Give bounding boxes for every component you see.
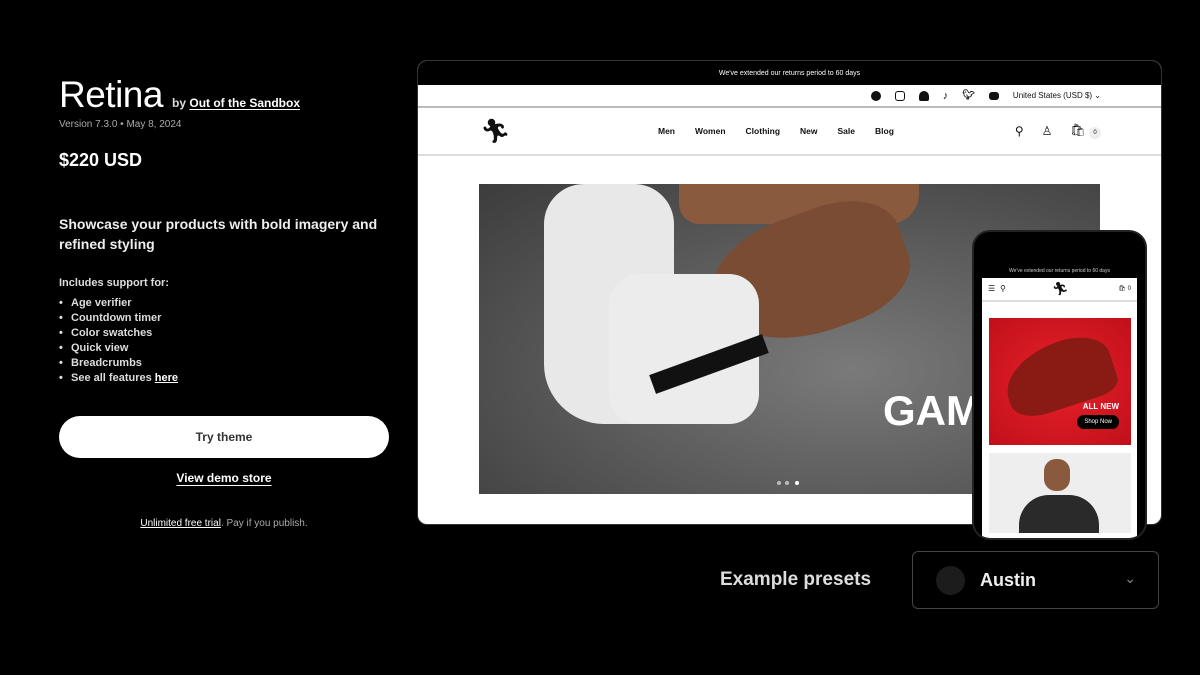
runner-logo-icon[interactable]: 🏃︎: [480, 117, 510, 146]
chevron-down-icon: ⌄: [1124, 570, 1136, 586]
release-date: May 8, 2024: [126, 119, 182, 130]
nav-women[interactable]: Women: [695, 126, 726, 136]
mobile-screen: ☰ ⚲ 🏃︎ 🛍︎ 0 ALL NEW Shop Now: [982, 278, 1137, 538]
currency-label: United States (USD $): [1012, 91, 1093, 100]
trial-suffix: . Pay if you publish.: [220, 518, 308, 529]
feature-item: Quick view: [59, 342, 178, 357]
banner-title: ALL NEW: [1082, 402, 1119, 411]
cart-count: 0: [1127, 286, 1131, 292]
feature-item: Age verifier: [59, 297, 178, 312]
tiktok-icon[interactable]: ♪: [943, 90, 949, 102]
nav-sale[interactable]: Sale: [838, 126, 856, 136]
feature-list: Age verifier Countdown timer Color swatc…: [59, 297, 178, 387]
includes-label: Includes support for:: [59, 277, 169, 289]
main-nav: Men Women Clothing New Sale Blog: [658, 126, 894, 136]
slide-dot-active[interactable]: [795, 481, 799, 485]
currency-selector[interactable]: United States (USD $) ⌄: [1013, 91, 1101, 100]
slide-dot[interactable]: [785, 481, 789, 485]
store-header: 🏃︎ Men Women Clothing New Sale Blog ⚲ ♙ …: [418, 108, 1161, 156]
preset-selected: Austin: [980, 570, 1036, 590]
price: $220 USD: [59, 150, 143, 170]
cart-icon[interactable]: 🛍︎ 0: [1118, 285, 1131, 292]
author-line: by Out of the Sandbox: [172, 96, 300, 110]
instagram-icon[interactable]: [894, 90, 905, 101]
by-label: by: [172, 96, 187, 110]
facebook-icon[interactable]: [870, 90, 881, 101]
search-icon[interactable]: ⚲: [1000, 284, 1006, 293]
sneaker-banner[interactable]: ALL NEW Shop Now: [989, 318, 1131, 445]
try-theme-button[interactable]: Try theme: [59, 416, 389, 458]
mobile-announcement: We've extended our returns period to 60 …: [1009, 268, 1110, 274]
cart-count: 0: [1089, 127, 1101, 139]
author-link[interactable]: Out of the Sandbox: [189, 96, 300, 110]
nav-new[interactable]: New: [800, 126, 817, 136]
mobile-header: ☰ ⚲ 🏃︎ 🛍︎ 0: [982, 278, 1137, 302]
preset-color-swatch: [936, 566, 965, 595]
presets-label: Example presets: [720, 569, 872, 590]
menu-icon[interactable]: ☰: [988, 284, 995, 293]
preset-dropdown[interactable]: Austin ⌄: [912, 551, 1159, 609]
feature-item: Countdown timer: [59, 312, 178, 327]
feature-item-see-all: See all features here: [59, 372, 178, 387]
model-tank: [1019, 495, 1099, 533]
snapchat-icon[interactable]: [918, 90, 929, 101]
slide-dot[interactable]: [777, 481, 781, 485]
see-all-features-link[interactable]: here: [155, 372, 178, 384]
nav-clothing[interactable]: Clothing: [746, 126, 780, 136]
search-icon[interactable]: ⚲: [1015, 124, 1024, 138]
youtube-icon[interactable]: [988, 91, 999, 100]
shop-now-button[interactable]: Shop Now: [1077, 415, 1119, 429]
cart-icon[interactable]: 🛍︎ 0: [1070, 123, 1101, 139]
product-image[interactable]: [989, 453, 1131, 533]
demo-wrap: View demo store: [59, 471, 389, 485]
twitter-icon[interactable]: 🐦︎: [962, 90, 975, 101]
nav-blog[interactable]: Blog: [875, 126, 894, 136]
hero-text: GAM: [883, 387, 981, 434]
trial-note: Unlimited free trial. Pay if you publish…: [59, 518, 389, 529]
header-icons: ⚲ ♙ 🛍︎ 0: [1015, 123, 1101, 139]
tagline: Showcase your products with bold imagery…: [59, 216, 378, 252]
announcement-bar: We've extended our returns period to 60 …: [418, 61, 1161, 85]
feature-item: Color swatches: [59, 327, 178, 342]
mobile-preview: We've extended our returns period to 60 …: [972, 230, 1147, 540]
utility-bar: ♪ 🐦︎ United States (USD $) ⌄: [418, 85, 1161, 108]
view-demo-store-link[interactable]: View demo store: [176, 471, 271, 485]
theme-title: Retina: [59, 74, 163, 115]
see-all-label: See all features: [71, 372, 152, 384]
runner-logo-icon[interactable]: 🏃︎: [1052, 281, 1069, 297]
nav-men[interactable]: Men: [658, 126, 675, 136]
model-head: [1044, 459, 1070, 491]
version: Version 7.3.0: [59, 119, 118, 130]
chevron-down-icon: ⌄: [1094, 91, 1101, 100]
version-info: Version 7.3.0 • May 8, 2024: [59, 119, 182, 130]
account-icon[interactable]: ♙: [1042, 124, 1053, 138]
feature-item: Breadcrumbs: [59, 357, 178, 372]
free-trial-link[interactable]: Unlimited free trial: [140, 518, 221, 529]
